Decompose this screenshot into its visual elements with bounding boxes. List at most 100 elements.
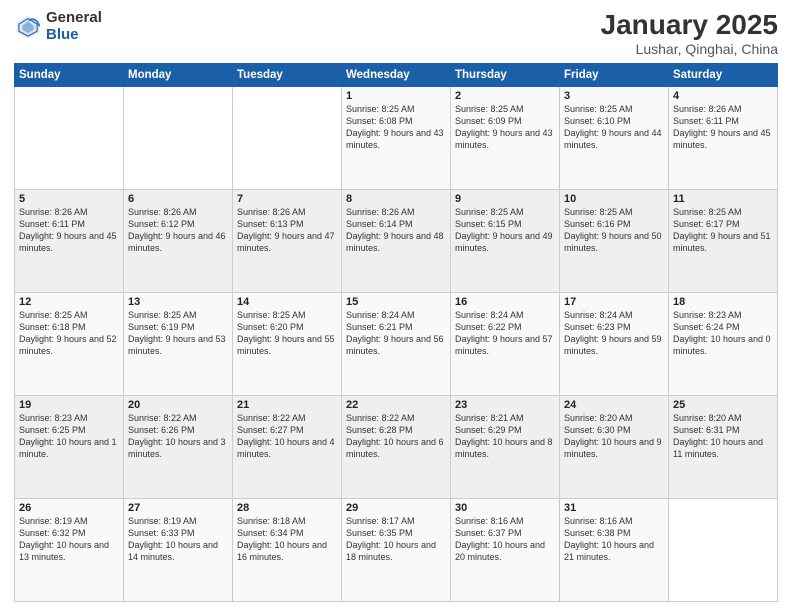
day-number-19: 19 <box>19 399 119 411</box>
day-number-13: 13 <box>128 296 228 308</box>
day-number-1: 1 <box>346 90 446 102</box>
day-info-21: Sunrise: 8:22 AM Sunset: 6:27 PM Dayligh… <box>237 412 337 461</box>
logo-text: General Blue <box>46 10 102 43</box>
day-number-28: 28 <box>237 502 337 514</box>
calendar-cell-4-0: 26Sunrise: 8:19 AM Sunset: 6:32 PM Dayli… <box>15 498 124 601</box>
week-row-3: 19Sunrise: 8:23 AM Sunset: 6:25 PM Dayli… <box>15 395 778 498</box>
day-info-17: Sunrise: 8:24 AM Sunset: 6:23 PM Dayligh… <box>564 309 664 358</box>
day-number-2: 2 <box>455 90 555 102</box>
day-info-6: Sunrise: 8:26 AM Sunset: 6:12 PM Dayligh… <box>128 206 228 255</box>
header-monday: Monday <box>124 63 233 86</box>
day-number-25: 25 <box>673 399 773 411</box>
week-row-1: 5Sunrise: 8:26 AM Sunset: 6:11 PM Daylig… <box>15 189 778 292</box>
day-number-18: 18 <box>673 296 773 308</box>
calendar-cell-2-0: 12Sunrise: 8:25 AM Sunset: 6:18 PM Dayli… <box>15 292 124 395</box>
calendar-table: Sunday Monday Tuesday Wednesday Thursday… <box>14 63 778 602</box>
day-number-22: 22 <box>346 399 446 411</box>
header-tuesday: Tuesday <box>233 63 342 86</box>
weekday-header-row: Sunday Monday Tuesday Wednesday Thursday… <box>15 63 778 86</box>
day-info-2: Sunrise: 8:25 AM Sunset: 6:09 PM Dayligh… <box>455 103 555 152</box>
day-number-9: 9 <box>455 193 555 205</box>
calendar-cell-0-6: 4Sunrise: 8:26 AM Sunset: 6:11 PM Daylig… <box>669 86 778 189</box>
day-number-26: 26 <box>19 502 119 514</box>
day-info-1: Sunrise: 8:25 AM Sunset: 6:08 PM Dayligh… <box>346 103 446 152</box>
page: General Blue January 2025 Lushar, Qingha… <box>0 0 792 612</box>
day-info-30: Sunrise: 8:16 AM Sunset: 6:37 PM Dayligh… <box>455 515 555 564</box>
day-info-19: Sunrise: 8:23 AM Sunset: 6:25 PM Dayligh… <box>19 412 119 461</box>
header-sunday: Sunday <box>15 63 124 86</box>
day-info-28: Sunrise: 8:18 AM Sunset: 6:34 PM Dayligh… <box>237 515 337 564</box>
calendar-cell-4-5: 31Sunrise: 8:16 AM Sunset: 6:38 PM Dayli… <box>560 498 669 601</box>
logo-general-text: General <box>46 10 102 27</box>
day-info-5: Sunrise: 8:26 AM Sunset: 6:11 PM Dayligh… <box>19 206 119 255</box>
calendar-cell-1-2: 7Sunrise: 8:26 AM Sunset: 6:13 PM Daylig… <box>233 189 342 292</box>
day-number-7: 7 <box>237 193 337 205</box>
calendar-cell-0-1 <box>124 86 233 189</box>
header: General Blue January 2025 Lushar, Qingha… <box>14 10 778 57</box>
calendar-subtitle: Lushar, Qinghai, China <box>601 41 778 57</box>
day-info-8: Sunrise: 8:26 AM Sunset: 6:14 PM Dayligh… <box>346 206 446 255</box>
calendar-cell-3-1: 20Sunrise: 8:22 AM Sunset: 6:26 PM Dayli… <box>124 395 233 498</box>
logo-icon <box>14 13 42 41</box>
day-number-12: 12 <box>19 296 119 308</box>
calendar-cell-1-0: 5Sunrise: 8:26 AM Sunset: 6:11 PM Daylig… <box>15 189 124 292</box>
day-info-14: Sunrise: 8:25 AM Sunset: 6:20 PM Dayligh… <box>237 309 337 358</box>
day-info-23: Sunrise: 8:21 AM Sunset: 6:29 PM Dayligh… <box>455 412 555 461</box>
logo-blue-text: Blue <box>46 27 102 44</box>
day-info-4: Sunrise: 8:26 AM Sunset: 6:11 PM Dayligh… <box>673 103 773 152</box>
day-number-30: 30 <box>455 502 555 514</box>
calendar-cell-3-4: 23Sunrise: 8:21 AM Sunset: 6:29 PM Dayli… <box>451 395 560 498</box>
calendar-cell-0-2 <box>233 86 342 189</box>
day-info-13: Sunrise: 8:25 AM Sunset: 6:19 PM Dayligh… <box>128 309 228 358</box>
logo: General Blue <box>14 10 102 43</box>
calendar-cell-2-1: 13Sunrise: 8:25 AM Sunset: 6:19 PM Dayli… <box>124 292 233 395</box>
calendar-cell-1-4: 9Sunrise: 8:25 AM Sunset: 6:15 PM Daylig… <box>451 189 560 292</box>
day-info-12: Sunrise: 8:25 AM Sunset: 6:18 PM Dayligh… <box>19 309 119 358</box>
day-info-3: Sunrise: 8:25 AM Sunset: 6:10 PM Dayligh… <box>564 103 664 152</box>
day-number-27: 27 <box>128 502 228 514</box>
calendar-cell-0-0 <box>15 86 124 189</box>
day-number-8: 8 <box>346 193 446 205</box>
calendar-cell-0-4: 2Sunrise: 8:25 AM Sunset: 6:09 PM Daylig… <box>451 86 560 189</box>
day-number-29: 29 <box>346 502 446 514</box>
day-info-16: Sunrise: 8:24 AM Sunset: 6:22 PM Dayligh… <box>455 309 555 358</box>
calendar-cell-0-3: 1Sunrise: 8:25 AM Sunset: 6:08 PM Daylig… <box>342 86 451 189</box>
day-info-22: Sunrise: 8:22 AM Sunset: 6:28 PM Dayligh… <box>346 412 446 461</box>
day-info-10: Sunrise: 8:25 AM Sunset: 6:16 PM Dayligh… <box>564 206 664 255</box>
day-info-25: Sunrise: 8:20 AM Sunset: 6:31 PM Dayligh… <box>673 412 773 461</box>
calendar-cell-2-6: 18Sunrise: 8:23 AM Sunset: 6:24 PM Dayli… <box>669 292 778 395</box>
day-info-24: Sunrise: 8:20 AM Sunset: 6:30 PM Dayligh… <box>564 412 664 461</box>
calendar-cell-2-2: 14Sunrise: 8:25 AM Sunset: 6:20 PM Dayli… <box>233 292 342 395</box>
day-number-14: 14 <box>237 296 337 308</box>
day-number-24: 24 <box>564 399 664 411</box>
day-info-15: Sunrise: 8:24 AM Sunset: 6:21 PM Dayligh… <box>346 309 446 358</box>
calendar-cell-4-6 <box>669 498 778 601</box>
day-info-7: Sunrise: 8:26 AM Sunset: 6:13 PM Dayligh… <box>237 206 337 255</box>
day-number-3: 3 <box>564 90 664 102</box>
calendar-cell-2-5: 17Sunrise: 8:24 AM Sunset: 6:23 PM Dayli… <box>560 292 669 395</box>
day-number-16: 16 <box>455 296 555 308</box>
day-number-6: 6 <box>128 193 228 205</box>
day-number-5: 5 <box>19 193 119 205</box>
calendar-cell-4-1: 27Sunrise: 8:19 AM Sunset: 6:33 PM Dayli… <box>124 498 233 601</box>
header-saturday: Saturday <box>669 63 778 86</box>
calendar-cell-2-4: 16Sunrise: 8:24 AM Sunset: 6:22 PM Dayli… <box>451 292 560 395</box>
day-number-11: 11 <box>673 193 773 205</box>
week-row-4: 26Sunrise: 8:19 AM Sunset: 6:32 PM Dayli… <box>15 498 778 601</box>
title-block: January 2025 Lushar, Qinghai, China <box>601 10 778 57</box>
day-number-23: 23 <box>455 399 555 411</box>
calendar-cell-4-2: 28Sunrise: 8:18 AM Sunset: 6:34 PM Dayli… <box>233 498 342 601</box>
calendar-cell-4-3: 29Sunrise: 8:17 AM Sunset: 6:35 PM Dayli… <box>342 498 451 601</box>
calendar-title: January 2025 <box>601 10 778 41</box>
header-thursday: Thursday <box>451 63 560 86</box>
header-friday: Friday <box>560 63 669 86</box>
header-wednesday: Wednesday <box>342 63 451 86</box>
day-info-26: Sunrise: 8:19 AM Sunset: 6:32 PM Dayligh… <box>19 515 119 564</box>
calendar-cell-1-3: 8Sunrise: 8:26 AM Sunset: 6:14 PM Daylig… <box>342 189 451 292</box>
day-number-20: 20 <box>128 399 228 411</box>
day-number-31: 31 <box>564 502 664 514</box>
day-info-18: Sunrise: 8:23 AM Sunset: 6:24 PM Dayligh… <box>673 309 773 358</box>
calendar-cell-3-0: 19Sunrise: 8:23 AM Sunset: 6:25 PM Dayli… <box>15 395 124 498</box>
day-number-10: 10 <box>564 193 664 205</box>
day-info-29: Sunrise: 8:17 AM Sunset: 6:35 PM Dayligh… <box>346 515 446 564</box>
